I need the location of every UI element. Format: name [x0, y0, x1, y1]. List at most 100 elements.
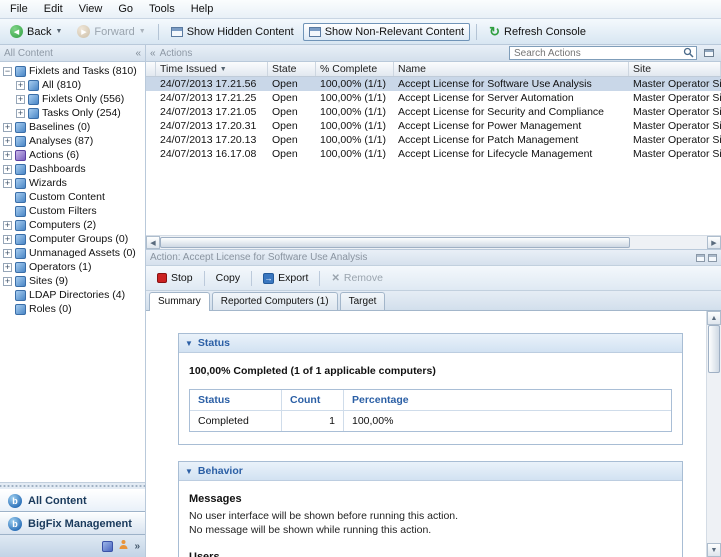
behavior-section-header[interactable]: ▼ Behavior [179, 462, 682, 481]
search-icon[interactable] [683, 47, 694, 61]
tree-item-computer-groups-0[interactable]: +Computer Groups (0) [0, 232, 145, 246]
table-cell: Master Operator Site [629, 119, 721, 133]
forward-button[interactable]: ▶ Forward ▼ [71, 22, 151, 41]
menu-go[interactable]: Go [110, 1, 141, 17]
hscroll-track[interactable] [160, 236, 707, 249]
collapse-sidebar-icon[interactable]: « [135, 48, 141, 59]
button-label: Copy [216, 272, 241, 284]
horizontal-scrollbar[interactable]: ◀ ▶ [146, 235, 721, 249]
sidebar-bottom-strip: » [0, 535, 145, 557]
tab-summary[interactable]: Summary [149, 292, 210, 311]
table-row[interactable]: 24/07/2013 17.21.05Open100,00% (1/1)Acce… [146, 105, 721, 119]
expand-node-icon[interactable]: + [16, 95, 25, 104]
tree-item-wizards[interactable]: +Wizards [0, 176, 145, 190]
scroll-left-icon[interactable]: ◀ [146, 236, 160, 249]
nav-all-content[interactable]: bAll Content [0, 489, 145, 512]
vscroll-track[interactable] [707, 325, 721, 543]
tree-item-fixlets-only-556[interactable]: + Fixlets Only (556) [0, 92, 145, 106]
float-window-icon[interactable] [696, 254, 705, 262]
expand-node-icon[interactable]: + [3, 151, 12, 160]
column-header-complete[interactable]: % Complete [316, 62, 394, 76]
tree-item-baselines-0[interactable]: +Baselines (0) [0, 120, 145, 134]
expand-node-icon[interactable]: + [16, 109, 25, 118]
expand-node-icon[interactable]: + [3, 165, 12, 174]
tree-item-label: Fixlets Only (556) [42, 93, 124, 105]
column-header-site[interactable]: Site [629, 62, 721, 76]
splitter-grip[interactable] [0, 482, 145, 489]
tree-item-sites-9[interactable]: + Sites (9) [0, 274, 145, 288]
chevron-double-icon[interactable]: » [134, 541, 140, 552]
tree-item-tasks-only-254[interactable]: +Tasks Only (254) [0, 106, 145, 120]
tree-item-dashboards[interactable]: +Dashboards [0, 162, 145, 176]
status-section-header[interactable]: ▼ Status [179, 334, 682, 353]
column-header-name[interactable]: Name [394, 62, 629, 76]
collapse-node-icon[interactable]: − [3, 67, 12, 76]
expand-node-icon[interactable]: + [3, 179, 12, 188]
tree-item-computers-2[interactable]: +Computers (2) [0, 218, 145, 232]
stop-button[interactable]: Stop [150, 269, 200, 287]
table-row[interactable]: 24/07/2013 17.21.25Open100,00% (1/1)Acce… [146, 91, 721, 105]
expand-node-icon[interactable]: + [16, 81, 25, 90]
undock-panel-icon[interactable] [704, 49, 714, 57]
tab-reported-computers-1[interactable]: Reported Computers (1) [212, 292, 338, 310]
copy-button[interactable]: Copy [209, 269, 248, 287]
export-button[interactable]: →Export [256, 269, 315, 287]
maximize-panel-icon[interactable] [708, 254, 717, 262]
tree-item-label: Sites (9) [29, 275, 68, 287]
menu-file[interactable]: File [2, 1, 36, 17]
menu-view[interactable]: View [71, 1, 111, 17]
column-header-state[interactable]: State [268, 62, 316, 76]
scroll-up-icon[interactable]: ▲ [707, 311, 721, 325]
scroll-right-icon[interactable]: ▶ [707, 236, 721, 249]
table-row[interactable]: 24/07/2013 17.21.56Open100,00% (1/1)Acce… [146, 77, 721, 91]
nav-bigfix-management[interactable]: bBigFix Management [0, 512, 145, 535]
tree-item-label: Analyses (87) [29, 135, 93, 147]
forward-dropdown-icon[interactable]: ▼ [139, 28, 146, 35]
tree-item-analyses-87[interactable]: + Analyses (87) [0, 134, 145, 148]
column-header-time-issued[interactable]: Time Issued▼ [156, 62, 268, 76]
hscroll-thumb[interactable] [160, 237, 630, 248]
remove-button[interactable]: ✕Remove [324, 269, 390, 287]
tree-item-all-810[interactable]: +All (810) [0, 78, 145, 92]
menu-help[interactable]: Help [183, 1, 222, 17]
status-column-header: Count [282, 390, 344, 410]
expand-node-icon[interactable]: + [3, 277, 12, 286]
tree-item-roles-0[interactable]: Roles (0) [0, 302, 145, 316]
tree-item-actions-6[interactable]: +Actions (6) [0, 148, 145, 162]
table-cell: Open [268, 105, 316, 119]
collapse-list-icon[interactable]: « [150, 48, 156, 59]
back-dropdown-icon[interactable]: ▼ [55, 28, 62, 35]
menu-edit[interactable]: Edit [36, 1, 71, 17]
vertical-scrollbar[interactable]: ▲ ▼ [706, 311, 721, 557]
expand-node-icon[interactable]: + [3, 249, 12, 258]
table-row[interactable]: 24/07/2013 16.17.08Open100,00% (1/1)Acce… [146, 147, 721, 161]
tree-item-unmanaged-assets-0[interactable]: +Unmanaged Assets (0) [0, 246, 145, 260]
show-nonrelevant-content-button[interactable]: Show Non-Relevant Content [303, 23, 470, 41]
menu-tools[interactable]: Tools [141, 1, 183, 17]
console-status-icon[interactable] [102, 541, 113, 552]
tree-item-custom-content[interactable]: Custom Content [0, 190, 145, 204]
expand-node-icon[interactable]: + [3, 137, 12, 146]
table-cell: 24/07/2013 17.20.13 [156, 133, 268, 147]
table-cell: Accept License for Patch Management [394, 133, 629, 147]
tree-item-custom-filters[interactable]: Custom Filters [0, 204, 145, 218]
back-button[interactable]: ◀ Back ▼ [4, 22, 68, 41]
expand-node-icon[interactable]: + [3, 123, 12, 132]
vscroll-thumb[interactable] [708, 325, 720, 373]
expand-node-icon[interactable]: + [3, 263, 12, 272]
tree-item-operators-1[interactable]: +Operators (1) [0, 260, 145, 274]
tree-node-icon [28, 94, 39, 105]
table-row[interactable]: 24/07/2013 17.20.13Open100,00% (1/1)Acce… [146, 133, 721, 147]
expand-node-icon[interactable]: + [3, 235, 12, 244]
tree-item-fixlets-and-tasks-810[interactable]: −Fixlets and Tasks (810) [0, 64, 145, 78]
tab-target[interactable]: Target [340, 292, 386, 310]
show-hidden-content-button[interactable]: Show Hidden Content [165, 23, 300, 41]
table-row[interactable]: 24/07/2013 17.20.31Open100,00% (1/1)Acce… [146, 119, 721, 133]
refresh-console-button[interactable]: ↻ Refresh Console [483, 23, 592, 41]
search-input[interactable] [509, 46, 697, 60]
tree-node-icon [15, 262, 26, 273]
expand-node-icon[interactable]: + [3, 221, 12, 230]
tree-item-ldap-directories-4[interactable]: LDAP Directories (4) [0, 288, 145, 302]
operator-icon[interactable] [118, 539, 129, 553]
scroll-down-icon[interactable]: ▼ [707, 543, 721, 557]
